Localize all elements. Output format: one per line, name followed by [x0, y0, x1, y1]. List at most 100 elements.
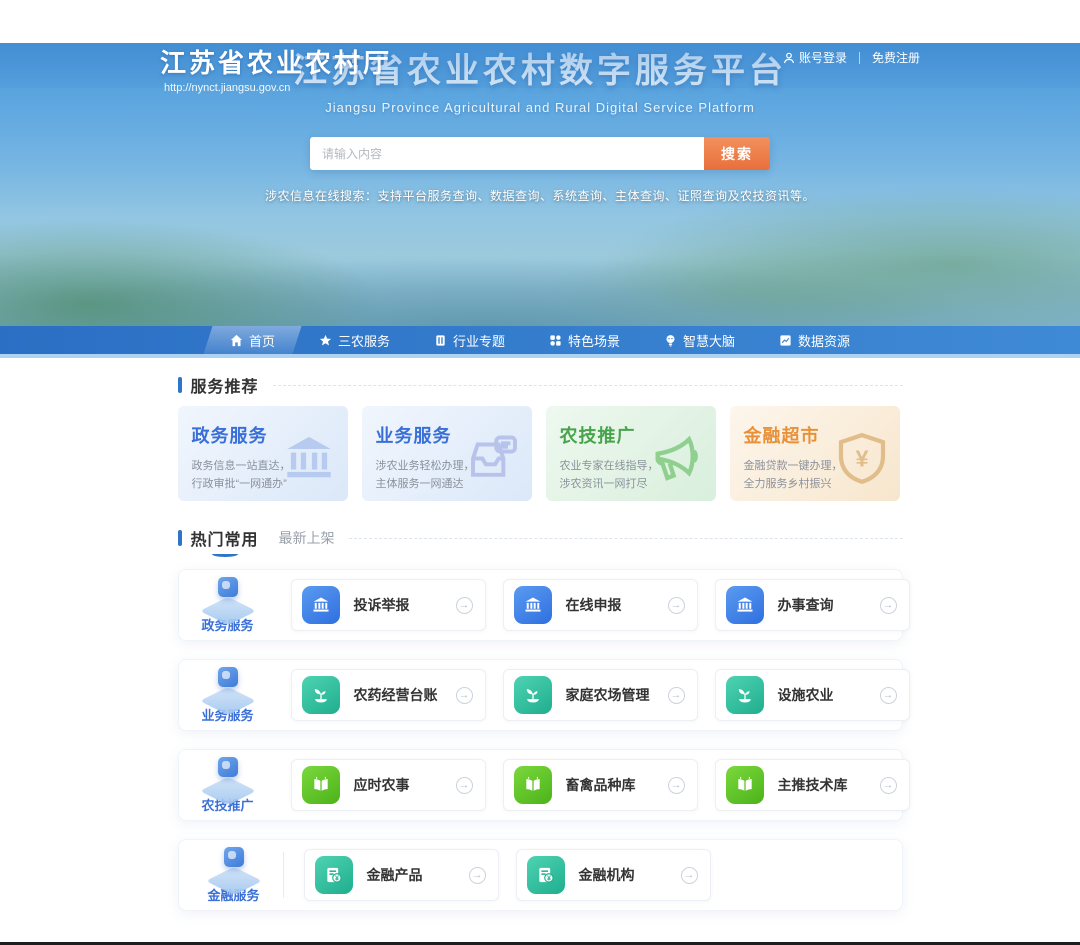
site-url: http://nynct.jiangsu.gov.cn — [160, 82, 392, 94]
service-label: 应时农事 — [354, 775, 456, 795]
main-content: 服务推荐 政务服务 政务信息一站直达，行政审批“一网通办” 业务服务 涉农业务轻… — [178, 358, 903, 911]
register-label: 免费注册 — [872, 49, 920, 66]
arrow-icon: → — [681, 867, 698, 884]
service-online-declaration[interactable]: 在线申报 → — [503, 579, 698, 631]
category-illustration — [207, 847, 261, 881]
arrow-icon: → — [456, 687, 473, 704]
megaphone-icon — [648, 429, 706, 487]
recommend-title: 服务推荐 — [191, 373, 259, 397]
arrow-icon: → — [880, 687, 897, 704]
bulb-icon — [664, 334, 677, 347]
search-button[interactable]: 搜索 — [704, 137, 770, 170]
inbox-icon — [466, 430, 522, 486]
site-name: 江苏省农业农村厅 — [160, 43, 392, 80]
nav-item-scenes[interactable]: 特色场景 — [527, 326, 642, 354]
arrow-icon: → — [668, 597, 685, 614]
service-financial-products[interactable]: ¥ 金融产品 → — [304, 849, 499, 901]
service-financial-institutions[interactable]: ¥ 金融机构 → — [516, 849, 711, 901]
category-block: 政务服务 — [201, 577, 255, 634]
card-business-services[interactable]: 业务服务 涉农业务轻松办理，主体服务一网通达 — [362, 406, 532, 501]
active-tab-underline — [212, 551, 238, 557]
service-row-government: 政务服务 投诉举报 → 在线申报 → — [178, 569, 903, 641]
sprout-tile-icon — [311, 685, 331, 705]
sprout-tile-icon — [523, 685, 543, 705]
service-label: 农药经营台账 — [354, 685, 456, 705]
nav-label: 三农服务 — [338, 331, 390, 350]
finance-tile-icon: ¥ — [324, 865, 344, 885]
nav-label: 首页 — [249, 331, 275, 350]
register-link[interactable]: 免费注册 — [872, 49, 920, 66]
header-divider — [859, 52, 860, 64]
nav-item-sannong[interactable]: 三农服务 — [297, 326, 412, 354]
service-row-finance: 金融服务 ¥ 金融产品 → ¥ 金融机构 → — [178, 839, 903, 911]
hot-section-header: 热门常用 最新上架 — [178, 527, 903, 549]
category-block: 业务服务 — [201, 667, 255, 724]
category-illustration — [201, 667, 255, 701]
nav-item-data-resources[interactable]: 数据资源 — [757, 326, 872, 354]
service-label: 金融机构 — [579, 865, 681, 885]
card-finance-market[interactable]: 金融超市 金融贷款一键办理，全力服务乡村振兴 ¥ — [730, 406, 900, 501]
book-tile-icon — [523, 775, 543, 795]
bank-tile-icon — [523, 595, 543, 615]
login-link[interactable]: 账号登录 — [783, 49, 847, 66]
svg-text:¥: ¥ — [546, 875, 550, 883]
service-family-farm[interactable]: 家庭农场管理 → — [503, 669, 698, 721]
star-icon — [319, 334, 332, 347]
tab-newly-added[interactable]: 最新上架 — [279, 528, 335, 548]
bank-icon — [280, 429, 338, 487]
search-input[interactable] — [310, 137, 704, 170]
service-label: 在线申报 — [566, 595, 668, 615]
service-label: 主推技术库 — [778, 775, 880, 795]
service-facility-agriculture[interactable]: 设施农业 → — [715, 669, 910, 721]
site-logo[interactable]: 江苏省农业农村厅 http://nynct.jiangsu.gov.cn — [160, 37, 392, 94]
service-row-business: 业务服务 农药经营台账 → 家庭农场管理 → — [178, 659, 903, 731]
service-complaint-report[interactable]: 投诉举报 → — [291, 579, 486, 631]
dashed-divider — [349, 538, 903, 539]
nav-item-home[interactable]: 首页 — [208, 326, 297, 354]
nav-label: 行业专题 — [453, 331, 505, 350]
service-livestock-breed-db[interactable]: 畜禽品种库 → — [503, 759, 698, 811]
top-header: 江苏省农业农村厅 http://nynct.jiangsu.gov.cn 账号登… — [0, 43, 1080, 88]
service-label: 家庭农场管理 — [566, 685, 668, 705]
book-tile-icon — [735, 775, 755, 795]
finance-tile-icon: ¥ — [536, 865, 556, 885]
grid-icon — [549, 334, 562, 347]
service-row-agritech: 农技推广 应时农事 → 畜禽品种库 → — [178, 749, 903, 821]
service-affairs-inquiry[interactable]: 办事查询 → — [715, 579, 910, 631]
arrow-icon: → — [456, 597, 473, 614]
nav-label: 智慧大脑 — [683, 331, 735, 350]
chart-icon — [779, 334, 792, 347]
service-label: 金融产品 — [367, 865, 469, 885]
arrow-icon: → — [668, 687, 685, 704]
nav-item-industry[interactable]: 行业专题 — [412, 326, 527, 354]
bank-tile-icon — [311, 595, 331, 615]
card-government-services[interactable]: 政务服务 政务信息一站直达，行政审批“一网通办” — [178, 406, 348, 501]
book-tile-icon — [311, 775, 331, 795]
recommend-section-header: 服务推荐 — [178, 376, 903, 394]
arrow-icon: → — [469, 867, 486, 884]
arrow-icon: → — [456, 777, 473, 794]
category-block: 农技推广 — [201, 757, 255, 814]
section-accent-bar — [178, 377, 182, 393]
svg-text:¥: ¥ — [334, 875, 338, 883]
service-main-tech-db[interactable]: 主推技术库 → — [715, 759, 910, 811]
search-bar: 搜索 — [310, 137, 770, 170]
building-icon — [434, 334, 447, 347]
user-icon — [783, 52, 795, 64]
sprout-tile-icon — [735, 685, 755, 705]
service-label: 办事查询 — [778, 595, 880, 615]
card-agri-tech[interactable]: 农技推广 农业专家在线指导，涉农资讯一网打尽 — [546, 406, 716, 501]
service-seasonal-farming[interactable]: 应时农事 → — [291, 759, 486, 811]
hero-banner: 江苏省农业农村厅 http://nynct.jiangsu.gov.cn 账号登… — [0, 43, 1080, 326]
category-block: 金融服务 — [201, 847, 267, 904]
service-label: 设施农业 — [778, 685, 880, 705]
nav-item-smart-brain[interactable]: 智慧大脑 — [642, 326, 757, 354]
nav-label: 特色场景 — [568, 331, 620, 350]
tab-hot-common[interactable]: 热门常用 — [191, 526, 259, 550]
section-accent-bar — [178, 530, 182, 546]
main-nav: 首页 三农服务 行业专题 特 — [0, 326, 1080, 354]
page: 江苏省农业农村厅 http://nynct.jiangsu.gov.cn 账号登… — [0, 0, 1080, 945]
service-pesticide-ledger[interactable]: 农药经营台账 → — [291, 669, 486, 721]
search-hint: 涉农信息在线搜索：支持平台服务查询、数据查询、系统查询、主体查询、证照查询及农技… — [0, 187, 1080, 204]
bank-tile-icon — [735, 595, 755, 615]
